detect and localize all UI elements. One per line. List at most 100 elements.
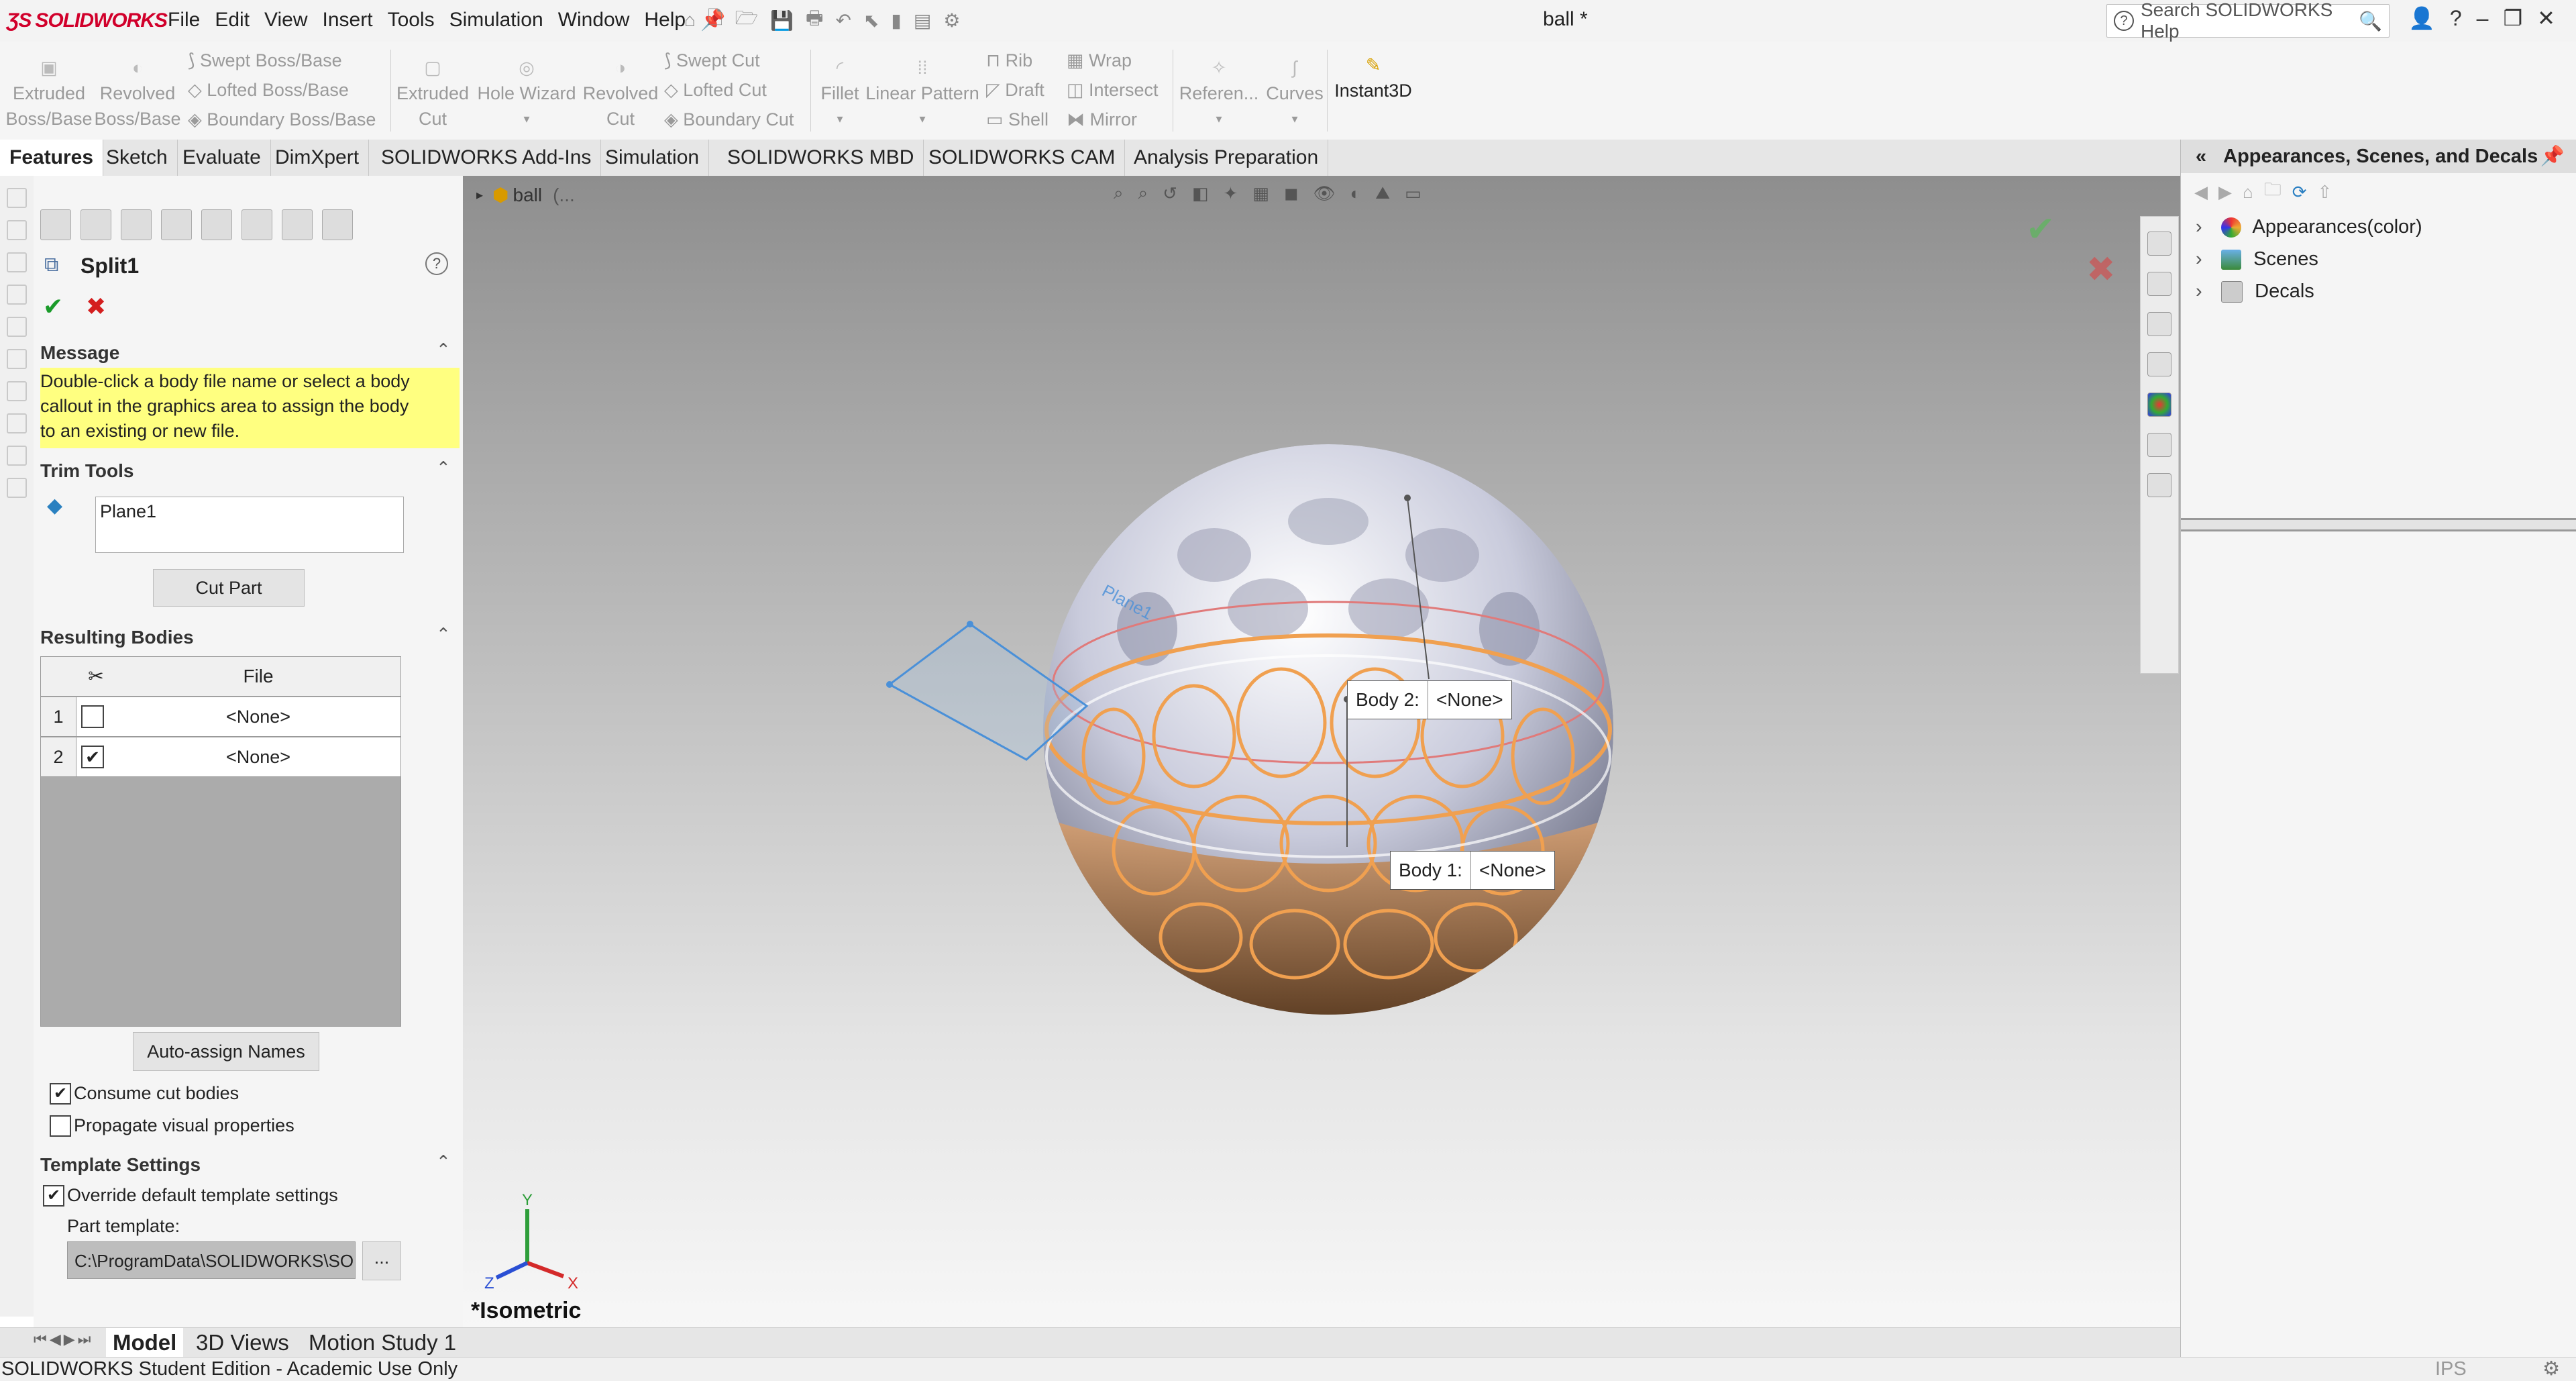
tree-item-scenes[interactable]: › Scenes xyxy=(2196,248,2318,270)
plane1-preview[interactable] xyxy=(885,605,1100,766)
next-tab-icon[interactable]: ▶ xyxy=(64,1331,75,1348)
boundary-boss-button[interactable]: ◈ Boundary Boss/Base xyxy=(188,105,376,134)
print-icon[interactable]: 🖶 xyxy=(806,4,823,36)
panel-splitter[interactable] xyxy=(2181,518,2576,531)
instant3d-button[interactable]: ✎ Instant3D xyxy=(1330,52,1417,103)
dimxpert-manager-icon[interactable] xyxy=(161,209,192,240)
property-manager-icon[interactable] xyxy=(80,209,111,240)
table-row[interactable]: 1 <None> xyxy=(41,697,400,737)
display-manager-icon[interactable] xyxy=(201,209,232,240)
curves-button[interactable]: ∫ Curves ▾ xyxy=(1261,55,1328,132)
swept-cut-button[interactable]: ⟆ Swept Cut xyxy=(664,46,760,75)
tab-simulation[interactable]: Simulation xyxy=(596,140,710,176)
tree-item-appearances[interactable]: › Appearances(color) xyxy=(2196,216,2422,238)
tab-analysis-preparation[interactable]: Analysis Preparation xyxy=(1124,140,1329,176)
resulting-bodies-header[interactable]: Resulting Bodies xyxy=(40,627,194,648)
first-tab-icon[interactable]: ⏮ xyxy=(34,1331,47,1348)
home-icon[interactable]: ⌂ xyxy=(684,9,696,31)
confirm-corner-ok-icon[interactable]: ✔ xyxy=(2026,209,2055,250)
fillet-button[interactable]: ◜ Fillet ▾ xyxy=(813,55,867,132)
menu-file[interactable]: File xyxy=(168,9,200,32)
part-template-path-field[interactable]: C:\ProgramData\SOLIDWORKS\SOL xyxy=(67,1241,356,1279)
feature-icon[interactable] xyxy=(7,285,27,305)
trim-tool-selection-box[interactable]: Plane1 xyxy=(95,497,404,553)
ok-checkmark-icon[interactable]: ✔ xyxy=(43,293,63,321)
collapse-caret-icon[interactable]: ⌃ xyxy=(436,458,451,478)
prev-tab-icon[interactable]: ◀ xyxy=(50,1331,61,1348)
swept-boss-button[interactable]: ⟆ Swept Boss/Base xyxy=(188,46,342,75)
expand-arrow-icon[interactable]: › xyxy=(2196,280,2216,303)
boundary-cut-button[interactable]: ◈ Boundary Cut xyxy=(664,105,794,134)
feature-icon[interactable] xyxy=(7,220,27,240)
home-icon[interactable]: ⌂ xyxy=(2243,182,2253,203)
extruded-boss-button[interactable]: ▣ Extruded Boss/Base xyxy=(5,55,93,132)
collapse-caret-icon[interactable]: ⌃ xyxy=(436,1152,451,1172)
solidworks-resources-icon[interactable] xyxy=(2147,232,2171,256)
file-explorer-icon[interactable] xyxy=(2147,312,2171,336)
close-button[interactable]: ✕ xyxy=(2537,5,2555,31)
dropdown-arrow-icon[interactable]: ▾ xyxy=(813,106,867,132)
tab-evaluate[interactable]: Evaluate xyxy=(173,140,271,176)
last-tab-icon[interactable]: ⏭ xyxy=(78,1331,91,1348)
edit-appearance-icon[interactable]: ◐ xyxy=(1350,183,1360,204)
collapse-caret-icon[interactable]: ⌃ xyxy=(436,624,451,645)
lofted-cut-button[interactable]: ◇ Lofted Cut xyxy=(664,75,767,105)
hole-wizard-button[interactable]: ◎ Hole Wizard ▾ xyxy=(473,55,580,132)
display-style-icon[interactable]: ◼ xyxy=(1284,183,1299,204)
dropdown-arrow-icon[interactable]: ▾ xyxy=(473,106,580,132)
select-icon[interactable]: ⬉ xyxy=(863,9,879,32)
custom-properties-icon[interactable] xyxy=(2147,433,2171,457)
tab-cam[interactable]: SOLIDWORKS CAM xyxy=(919,140,1126,176)
expand-arrow-icon[interactable]: › xyxy=(2196,216,2216,238)
revolved-boss-button[interactable]: ◐ Revolved Boss/Base xyxy=(94,55,181,132)
options-gear-icon[interactable]: ⚙ xyxy=(943,9,960,32)
previous-view-icon[interactable]: ↺ xyxy=(1163,183,1177,204)
mirror-button[interactable]: ⧓ Mirror xyxy=(1067,105,1137,134)
row-file-cell[interactable]: <None> xyxy=(116,737,400,776)
expand-arrow-icon[interactable]: ▸ xyxy=(476,187,483,203)
feature-icon[interactable] xyxy=(7,188,27,208)
tab-addins[interactable]: SOLIDWORKS Add-Ins xyxy=(372,140,602,176)
help-icon[interactable]: ? xyxy=(425,252,448,275)
tab-dimxpert[interactable]: DimXpert xyxy=(266,140,370,176)
view-settings-icon[interactable]: ▭ xyxy=(1405,183,1421,204)
row-checkbox-unchecked[interactable] xyxy=(81,705,104,728)
override-template-checkbox[interactable]: ✔ xyxy=(43,1185,64,1207)
zoom-to-area-icon[interactable]: ⌕ xyxy=(1138,183,1148,204)
browse-button[interactable]: ... xyxy=(362,1241,401,1280)
feature-icon[interactable] xyxy=(7,252,27,272)
revolved-cut-button[interactable]: ◑ Revolved Cut xyxy=(580,55,661,132)
customize-icon[interactable]: ⚙ xyxy=(2542,1358,2560,1381)
tab-features[interactable]: Features xyxy=(0,140,104,176)
rib-button[interactable]: ⊓ Rib xyxy=(986,46,1032,75)
intersect-button[interactable]: ◫ Intersect xyxy=(1067,75,1159,105)
collapse-panel-icon[interactable]: « xyxy=(2181,146,2218,167)
tab-model[interactable]: Model xyxy=(106,1328,184,1358)
body2-callout[interactable]: Body 2: <None> xyxy=(1347,680,1512,719)
search-icon[interactable]: 🔍 xyxy=(2359,10,2382,32)
back-icon[interactable]: ◀ xyxy=(2194,182,2208,203)
view-palette-icon[interactable] xyxy=(2147,352,2171,376)
expand-arrow-icon[interactable]: › xyxy=(2196,248,2216,270)
undo-icon[interactable]: ↶ xyxy=(835,9,851,32)
row-file-cell[interactable]: <None> xyxy=(116,697,400,736)
zoom-to-fit-icon[interactable]: ⌕ xyxy=(1114,183,1124,204)
tab-mbd[interactable]: SOLIDWORKS MBD xyxy=(718,140,924,176)
feature-icon[interactable] xyxy=(7,317,27,337)
help-search-input[interactable]: Search SOLIDWORKS Help xyxy=(2141,0,2359,42)
linear-pattern-button[interactable]: ⁞⁞ Linear Pattern ▾ xyxy=(865,55,979,132)
menu-tools[interactable]: Tools xyxy=(388,9,435,32)
lofted-boss-button[interactable]: ◇ Lofted Boss/Base xyxy=(188,75,349,105)
up-folder-icon[interactable]: ⇧ xyxy=(2318,182,2332,203)
new-document-icon[interactable]: 🗋 xyxy=(708,4,723,36)
tree-item-decals[interactable]: › Decals xyxy=(2196,280,2314,303)
dynamic-annotation-icon[interactable]: ✦ xyxy=(1224,183,1238,204)
dropdown-arrow-icon[interactable]: ▾ xyxy=(1175,106,1263,132)
save-icon[interactable]: 💾 xyxy=(770,9,794,32)
shell-button[interactable]: ▭ Shell xyxy=(986,105,1049,134)
toolbox-icon[interactable] xyxy=(322,209,353,240)
dropdown-arrow-icon[interactable]: ▾ xyxy=(1261,106,1328,132)
forward-icon[interactable]: ▶ xyxy=(2218,182,2232,203)
open-icon[interactable]: 🗁 xyxy=(735,4,758,36)
add-folder-icon[interactable]: 🗀 xyxy=(2264,177,2282,207)
